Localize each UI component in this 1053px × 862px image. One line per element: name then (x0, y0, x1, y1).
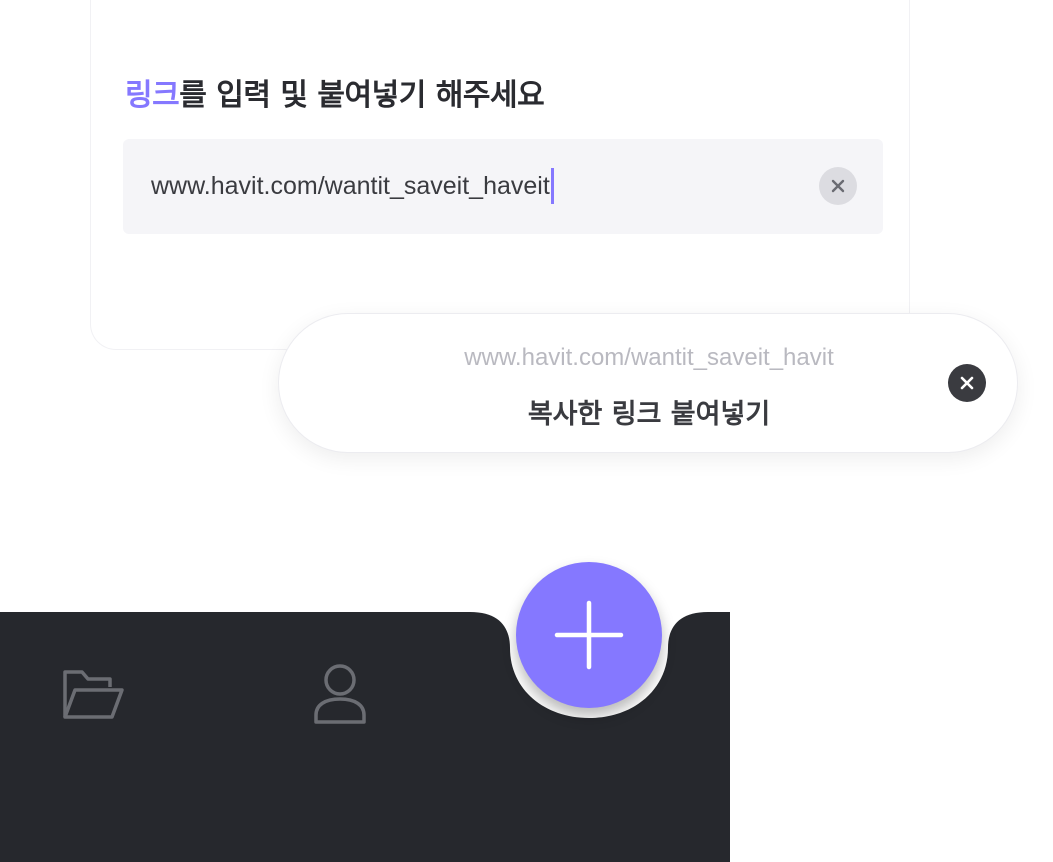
user-icon (314, 664, 366, 724)
card-title: 링크를 입력 및 붙여넣기 해주세요 (125, 70, 545, 114)
folder-open-icon (63, 670, 124, 719)
text-caret (550, 168, 554, 204)
tab-profile[interactable] (306, 660, 372, 726)
tab-folder[interactable] (58, 660, 126, 726)
card-title-accent: 링크 (125, 78, 180, 113)
close-icon (831, 179, 845, 193)
paste-link-toast[interactable]: www.havit.com/wantit_saveit_havit 복사한 링크… (278, 313, 1018, 453)
plus-icon (554, 600, 624, 670)
paste-copied-link-label: 복사한 링크 붙여넣기 (527, 399, 771, 430)
link-input-card: 링크를 입력 및 붙여넣기 해주세요 www.havit.com/wantit_… (90, 0, 910, 350)
link-input-field[interactable]: www.havit.com/wantit_saveit_haveit (123, 139, 883, 234)
clear-input-button[interactable] (819, 167, 857, 205)
copied-link-url: www.havit.com/wantit_saveit_havit (464, 344, 834, 371)
card-title-rest: 를 입력 및 붙여넣기 해주세요 (179, 78, 545, 113)
link-input-value: www.havit.com/wantit_saveit_haveit (151, 171, 550, 200)
close-icon (960, 376, 974, 390)
toast-close-button[interactable] (948, 364, 986, 402)
add-link-fab-button[interactable] (516, 562, 662, 708)
link-input[interactable]: www.havit.com/wantit_saveit_haveit (151, 166, 801, 206)
